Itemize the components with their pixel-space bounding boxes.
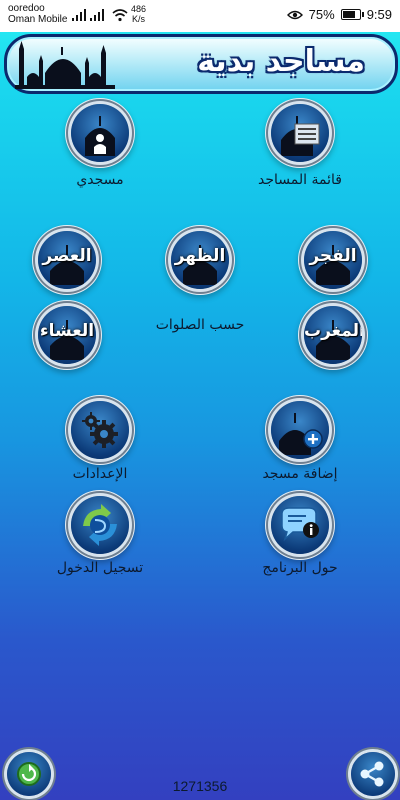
share-icon — [360, 761, 384, 787]
asr-label: العصر — [42, 246, 92, 266]
gear-icon — [82, 412, 118, 448]
dhuhr-label: الظهر — [174, 246, 226, 266]
by-prayers-label: حسب الصلوات — [155, 317, 245, 333]
carrier-info: ooredoo Oman Mobile — [8, 3, 67, 25]
settings-button[interactable] — [71, 401, 129, 459]
info-chat-icon — [281, 507, 319, 542]
asr-button[interactable]: العصر — [38, 231, 96, 289]
isha-label: العشاء — [39, 321, 95, 341]
my-mosque-label[interactable]: مسجدي — [60, 172, 140, 188]
login-label[interactable]: تسجيل الدخول — [40, 560, 160, 576]
app-title: مساجد بدية — [197, 44, 365, 79]
dhuhr-button[interactable]: الظهر — [171, 231, 229, 289]
maghrib-label: المغرب — [304, 321, 362, 341]
network-speed: 486 K/s — [131, 4, 146, 24]
signal-icon — [72, 9, 104, 21]
clock: 9:59 — [366, 7, 392, 22]
speed-unit: K/s — [132, 14, 146, 24]
eye-icon — [286, 10, 303, 19]
carrier-name-1: ooredoo — [8, 3, 45, 14]
app-header: مساجد بدية — [4, 34, 398, 94]
mosques-list-label[interactable]: قائمة المساجد — [240, 172, 360, 188]
login-button[interactable] — [71, 496, 129, 554]
mosques-list-button[interactable] — [271, 104, 329, 162]
maghrib-button[interactable]: المغرب — [304, 306, 362, 364]
about-button[interactable] — [271, 496, 329, 554]
list-mosque-icon — [281, 116, 320, 156]
battery-percent: 75% — [308, 7, 335, 22]
about-label[interactable]: حول البرنامج — [245, 560, 355, 576]
fajr-label: الفجر — [309, 246, 357, 266]
my-mosque-button[interactable] — [71, 104, 129, 162]
share-button[interactable] — [351, 752, 395, 796]
fajr-button[interactable]: الفجر — [304, 231, 362, 289]
battery-icon — [340, 9, 364, 20]
carrier-name-2: Oman Mobile — [8, 14, 68, 25]
add-mosque-label[interactable]: إضافة مسجد — [245, 466, 355, 482]
speed-value: 486 — [131, 4, 147, 14]
user-mosque-icon — [85, 116, 115, 156]
wifi-icon — [112, 9, 128, 22]
mosque-silhouette-icon — [15, 41, 115, 89]
visitor-counter: 1271356 — [172, 778, 228, 794]
add-mosque-icon — [279, 413, 323, 455]
status-right: 75% 9:59 — [286, 7, 392, 22]
status-bar: ooredoo Oman Mobile 486 K/s 75% 9:59 — [0, 0, 400, 32]
add-mosque-button[interactable] — [271, 401, 329, 459]
sync-icon — [83, 504, 117, 546]
settings-label[interactable]: الإعدادات — [60, 466, 140, 482]
isha-button[interactable]: العشاء — [38, 306, 96, 364]
